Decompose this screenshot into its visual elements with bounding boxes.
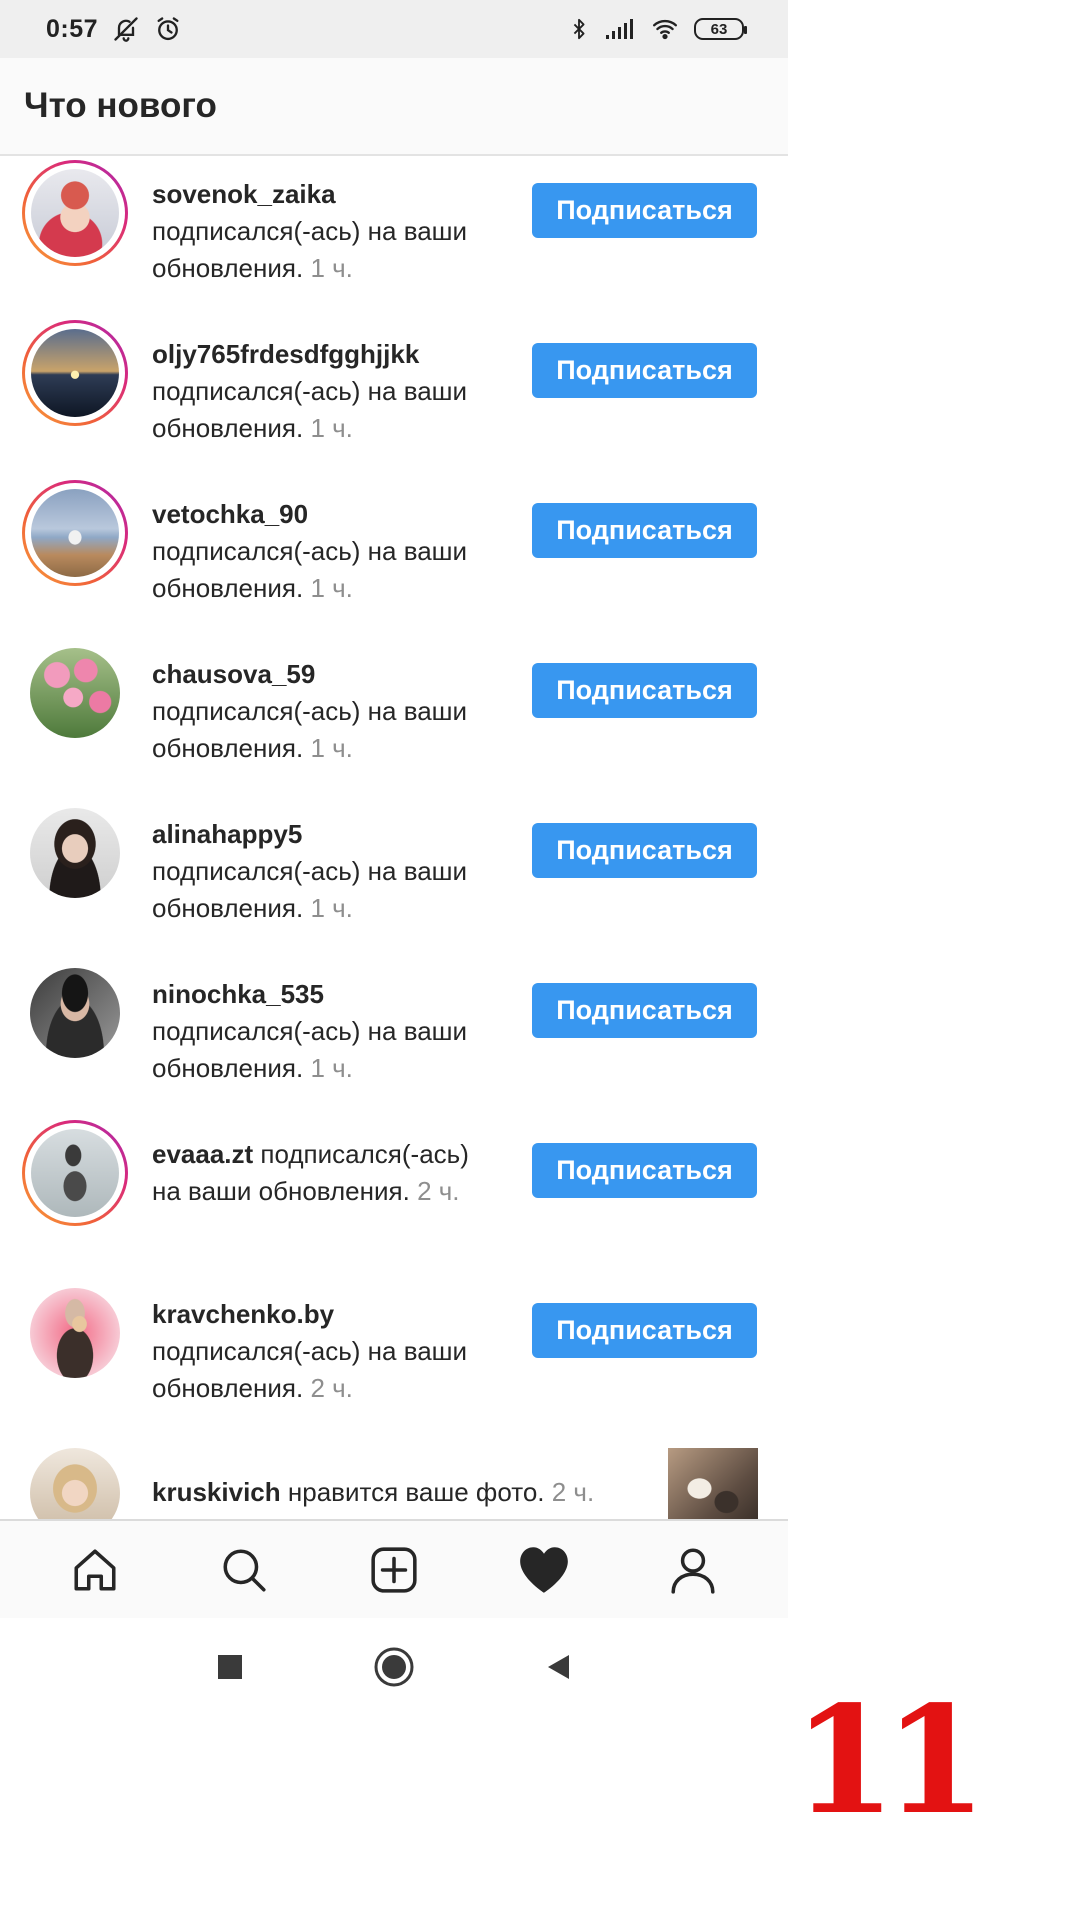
avatar-frame[interactable] bbox=[22, 800, 128, 906]
notification-text: kravchenko.by подписался(-ась) на ваши о… bbox=[152, 1296, 482, 1407]
signal-icon bbox=[604, 17, 636, 41]
username[interactable]: evaaa.zt bbox=[152, 1139, 253, 1169]
username[interactable]: alinahappy5 bbox=[152, 819, 302, 849]
time-label: 1 ч. bbox=[310, 413, 353, 443]
list-item[interactable]: chausova_59 подписался(-ась) на ваши обн… bbox=[0, 636, 788, 796]
username[interactable]: kruskivich bbox=[152, 1477, 281, 1507]
mute-bell-icon bbox=[112, 15, 140, 43]
notification-text: chausova_59 подписался(-ась) на ваши обн… bbox=[152, 656, 482, 767]
notification-text: alinahappy5 подписался(-ась) на ваши обн… bbox=[152, 816, 482, 927]
time-label: 1 ч. bbox=[310, 253, 353, 283]
avatar bbox=[31, 1129, 119, 1217]
avatar bbox=[31, 489, 119, 577]
time-label: 1 ч. bbox=[310, 1053, 353, 1083]
username[interactable]: vetochka_90 bbox=[152, 499, 308, 529]
time-label: 2 ч. bbox=[551, 1477, 595, 1507]
avatar-frame[interactable] bbox=[22, 1440, 128, 1519]
status-left: 0:57 bbox=[46, 15, 182, 44]
avatar-frame[interactable] bbox=[22, 1280, 128, 1386]
list-item[interactable]: ninochka_535 подписался(-ась) на ваши об… bbox=[0, 956, 788, 1116]
time-label: 2 ч. bbox=[310, 1373, 353, 1403]
action-text: нравится ваше фото. bbox=[287, 1477, 545, 1507]
follow-button[interactable]: Подписаться bbox=[532, 1143, 757, 1198]
follow-button[interactable]: Подписаться bbox=[532, 343, 757, 398]
username[interactable]: sovenok_zaika bbox=[152, 179, 336, 209]
time-label: 2 ч. bbox=[417, 1176, 460, 1206]
notification-text: evaaa.zt подписался(-ась) на ваши обновл… bbox=[152, 1136, 482, 1210]
follow-button[interactable]: Подписаться bbox=[532, 183, 757, 238]
list-item[interactable]: evaaa.zt подписался(-ась) на ваши обновл… bbox=[0, 1116, 788, 1276]
time-label: 1 ч. bbox=[310, 573, 353, 603]
status-bar: 0:57 63 bbox=[0, 0, 788, 58]
follow-button[interactable]: Подписаться bbox=[532, 663, 757, 718]
notification-text: kruskivich нравится ваше фото. 2 ч. bbox=[152, 1474, 632, 1511]
recents-square-icon[interactable] bbox=[208, 1645, 252, 1689]
avatar-story-ring[interactable] bbox=[22, 1120, 128, 1226]
notification-text: oljy765frdesdfgghjjkk подписался(-ась) н… bbox=[152, 336, 482, 447]
bottom-navigation bbox=[0, 1519, 788, 1618]
post-thumbnail[interactable] bbox=[668, 1448, 758, 1519]
notification-text: sovenok_zaika подписался(-ась) на ваши о… bbox=[152, 176, 482, 287]
back-triangle-icon[interactable] bbox=[536, 1645, 580, 1689]
avatar bbox=[30, 648, 120, 738]
overlay-number: 11 bbox=[793, 1673, 987, 1847]
activity-heart-icon[interactable] bbox=[509, 1535, 579, 1605]
username[interactable]: chausova_59 bbox=[152, 659, 315, 689]
username[interactable]: oljy765frdesdfgghjjkk bbox=[152, 339, 419, 369]
notification-text: vetochka_90 подписался(-ась) на ваши обн… bbox=[152, 496, 482, 607]
phone-screen: 0:57 63 Что нового sovenok_zaika подписа… bbox=[0, 0, 788, 1715]
system-navigation bbox=[0, 1618, 788, 1715]
avatar-frame[interactable] bbox=[22, 960, 128, 1066]
list-item[interactable]: oljy765frdesdfgghjjkk подписался(-ась) н… bbox=[0, 316, 788, 476]
avatar bbox=[30, 1288, 120, 1378]
avatar bbox=[31, 329, 119, 417]
profile-icon[interactable] bbox=[658, 1535, 728, 1605]
page-title: Что нового bbox=[24, 86, 217, 125]
avatar-story-ring[interactable] bbox=[22, 160, 128, 266]
follow-button[interactable]: Подписаться bbox=[532, 983, 757, 1038]
notification-text: ninochka_535 подписался(-ась) на ваши об… bbox=[152, 976, 482, 1087]
follow-button[interactable]: Подписаться bbox=[532, 823, 757, 878]
username[interactable]: ninochka_535 bbox=[152, 979, 324, 1009]
battery-icon: 63 bbox=[694, 18, 747, 40]
follow-button[interactable]: Подписаться bbox=[532, 503, 757, 558]
list-item[interactable]: sovenok_zaika подписался(-ась) на ваши о… bbox=[0, 156, 788, 316]
username[interactable]: kravchenko.by bbox=[152, 1299, 334, 1329]
avatar bbox=[31, 169, 119, 257]
add-post-icon[interactable] bbox=[359, 1535, 429, 1605]
status-right: 63 bbox=[568, 15, 747, 43]
thumbnail-image bbox=[668, 1448, 758, 1519]
activity-header: Что нового bbox=[0, 58, 788, 156]
alarm-icon bbox=[154, 15, 182, 43]
wifi-icon bbox=[650, 16, 680, 42]
time-label: 1 ч. bbox=[310, 893, 353, 923]
home-circle-icon[interactable] bbox=[372, 1645, 416, 1689]
time-label: 1 ч. bbox=[310, 733, 353, 763]
status-time: 0:57 bbox=[46, 14, 99, 43]
activity-feed[interactable]: sovenok_zaika подписался(-ась) на ваши о… bbox=[0, 156, 788, 1519]
list-item[interactable]: alinahappy5 подписался(-ась) на ваши обн… bbox=[0, 796, 788, 956]
bluetooth-icon bbox=[568, 15, 590, 43]
avatar bbox=[30, 1448, 120, 1519]
search-icon[interactable] bbox=[209, 1535, 279, 1605]
list-item[interactable]: kravchenko.by подписался(-ась) на ваши о… bbox=[0, 1276, 788, 1436]
follow-button[interactable]: Подписаться bbox=[532, 1303, 757, 1358]
list-item[interactable]: kruskivich нравится ваше фото. 2 ч. bbox=[0, 1436, 788, 1519]
avatar-story-ring[interactable] bbox=[22, 320, 128, 426]
avatar-story-ring[interactable] bbox=[22, 480, 128, 586]
avatar-frame[interactable] bbox=[22, 640, 128, 746]
list-item[interactable]: vetochka_90 подписался(-ась) на ваши обн… bbox=[0, 476, 788, 636]
avatar bbox=[30, 808, 120, 898]
home-icon[interactable] bbox=[60, 1535, 130, 1605]
avatar bbox=[30, 968, 120, 1058]
